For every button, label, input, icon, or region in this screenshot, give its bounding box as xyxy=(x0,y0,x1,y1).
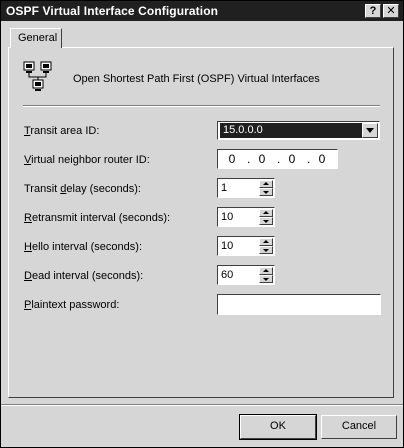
tab-panel xyxy=(8,47,394,398)
footer-divider xyxy=(1,404,403,406)
tab-general-label: General xyxy=(18,32,58,44)
ok-button[interactable]: OK xyxy=(239,414,317,440)
close-button[interactable]: ✕ xyxy=(383,4,399,18)
window-title: OSPF Virtual Interface Configuration xyxy=(6,4,219,18)
cancel-button[interactable]: Cancel xyxy=(321,415,397,439)
title-bar: OSPF Virtual Interface Configuration ? ✕ xyxy=(1,1,403,21)
help-button[interactable]: ? xyxy=(365,4,381,18)
dialog-window: OSPF Virtual Interface Configuration ? ✕… xyxy=(0,0,404,448)
tab-general[interactable]: General xyxy=(10,28,62,48)
